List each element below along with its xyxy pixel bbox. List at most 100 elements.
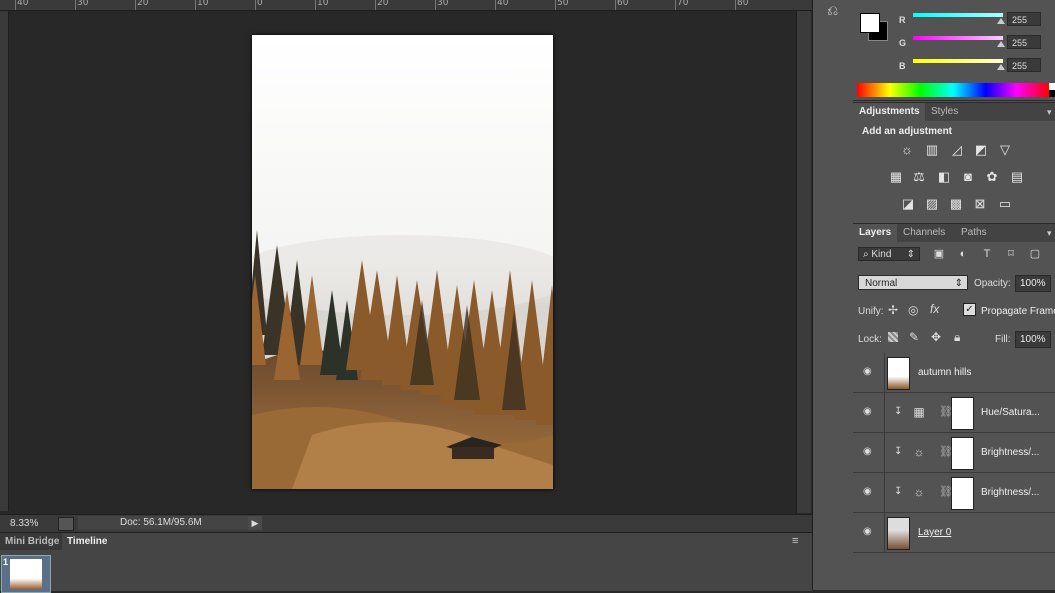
tab-layers[interactable]: Layers — [853, 224, 898, 242]
green-label: G — [899, 38, 907, 48]
red-slider-handle[interactable] — [997, 18, 1005, 24]
ruler-tick — [375, 0, 376, 10]
curves-icon[interactable]: ◿ — [949, 143, 965, 157]
channel-mixer-icon[interactable]: ✿ — [984, 170, 1000, 184]
document-info: Doc: 56.1M/95.6M — [78, 516, 248, 530]
gradient-map-icon[interactable]: ▭ — [997, 197, 1013, 211]
status-menu-arrow[interactable]: ▶ — [248, 516, 262, 530]
vertical-scrollbar[interactable] — [796, 11, 811, 513]
history-icon[interactable]: ⎌ — [827, 2, 847, 20]
threshold-icon[interactable]: ▩ — [948, 197, 964, 211]
panel-menu-icon[interactable]: ≡ — [792, 535, 798, 547]
brightness-contrast-icon: ☼ — [913, 485, 925, 499]
layer-mask-thumbnail[interactable] — [951, 397, 974, 430]
blue-value[interactable]: 255 — [1007, 58, 1041, 72]
lock-position-icon[interactable]: ✥ — [931, 330, 941, 344]
posterize-icon[interactable]: ▨ — [924, 197, 940, 211]
layer-row-brightness-2[interactable]: ◉ ↧ ☼ ⛓ Brightness/... — [853, 473, 1055, 513]
divider — [884, 473, 885, 512]
layer-name[interactable]: Hue/Satura... — [981, 407, 1040, 418]
eye-icon[interactable]: ◉ — [863, 447, 875, 457]
invert-icon[interactable]: ◪ — [900, 197, 916, 211]
levels-icon[interactable]: ▥ — [924, 143, 940, 157]
layer-name[interactable]: Brightness/... — [981, 487, 1039, 498]
color-spectrum[interactable] — [857, 83, 1049, 97]
adjustments-heading: Add an adjustment — [862, 126, 953, 137]
photo-filter-icon[interactable]: ◙ — [960, 170, 976, 184]
ruler-tick-label: 30 — [437, 0, 449, 8]
lock-transparent-icon[interactable] — [888, 332, 898, 342]
timeline-frame[interactable]: 1 — [1, 555, 51, 593]
red-slider[interactable] — [913, 13, 1003, 17]
layer-name[interactable]: Layer 0 — [918, 527, 951, 538]
opacity-field[interactable]: 100% — [1015, 275, 1051, 292]
color-lookup-icon[interactable]: ▤ — [1009, 170, 1025, 184]
shape-filter-icon[interactable]: ⌑ — [1004, 247, 1018, 261]
ruler-tick — [735, 0, 736, 10]
blend-mode-select[interactable]: Normal ⇕ — [858, 275, 968, 290]
eye-icon[interactable]: ◉ — [863, 487, 875, 497]
layer-row-hue-saturation[interactable]: ◉ ↧ ▦ ⛓ Hue/Satura... — [853, 393, 1055, 433]
eye-icon[interactable]: ◉ — [863, 367, 875, 377]
hue-saturation-icon[interactable]: ▦ — [888, 170, 904, 184]
exposure-icon[interactable]: ◩ — [973, 143, 989, 157]
status-info-icon[interactable] — [58, 517, 74, 531]
color-balance-icon[interactable]: ⚖ — [911, 170, 927, 184]
blue-slider[interactable] — [913, 59, 1003, 63]
unify-position-icon[interactable]: ✢ — [888, 303, 898, 317]
adjustment-filter-icon[interactable]: ◐ — [956, 247, 970, 261]
green-value[interactable]: 255 — [1007, 35, 1041, 49]
fill-field[interactable]: 100% — [1015, 331, 1051, 348]
ruler-tick-label: 10 — [197, 0, 209, 8]
layer-name[interactable]: autumn hills — [918, 367, 971, 378]
tab-channels[interactable]: Channels — [897, 224, 952, 242]
selective-color-icon[interactable]: ⊠ — [972, 197, 988, 211]
propagate-checkbox[interactable]: ✓ — [963, 303, 976, 316]
blue-label: B — [899, 61, 906, 71]
smart-object-filter-icon[interactable]: ▢ — [1028, 247, 1042, 261]
ruler-tick — [315, 0, 316, 10]
unify-visibility-icon[interactable]: ◎ — [908, 303, 918, 317]
eye-icon[interactable]: ◉ — [863, 407, 875, 417]
black-white-icon[interactable]: ◧ — [936, 170, 952, 184]
tab-timeline[interactable]: Timeline — [62, 533, 113, 550]
zoom-level[interactable]: 8.33% — [10, 518, 38, 529]
layer-row-autumn-hills[interactable]: ◉ autumn hills — [853, 353, 1055, 393]
unify-style-icon[interactable]: fx — [930, 302, 939, 316]
layer-row-layer-0[interactable]: ◉ Layer 0 — [853, 513, 1055, 553]
layer-name[interactable]: Brightness/... — [981, 447, 1039, 458]
document-canvas[interactable] — [252, 35, 553, 489]
blue-slider-handle[interactable] — [997, 64, 1005, 70]
vertical-ruler — [0, 11, 9, 511]
panel-menu-icon[interactable]: ▾ — [1047, 228, 1052, 239]
lock-all-icon[interactable]: 🔒︎ — [954, 330, 960, 345]
panel-menu-icon[interactable]: ▾ — [1047, 107, 1052, 118]
eye-icon[interactable]: ◉ — [863, 527, 875, 537]
pixel-filter-icon[interactable]: ▣ — [932, 247, 946, 261]
tab-mini-bridge[interactable]: Mini Bridge — [0, 533, 65, 550]
layer-mask-thumbnail[interactable] — [951, 437, 974, 470]
tab-paths[interactable]: Paths — [955, 224, 993, 242]
layer-mask-thumbnail[interactable] — [951, 477, 974, 510]
brightness-contrast-icon: ☼ — [913, 445, 925, 459]
autumn-hills-photo — [252, 35, 553, 489]
ruler-tick — [555, 0, 556, 10]
chevron-down-icon: ⇕ — [906, 249, 915, 260]
tab-adjustments[interactable]: Adjustments — [853, 103, 926, 121]
green-slider-handle[interactable] — [997, 41, 1005, 47]
red-value[interactable]: 255 — [1007, 12, 1041, 26]
layer-filter-label: Kind — [871, 249, 892, 260]
layer-filter-select[interactable]: ⌕ Kind ⇕ — [858, 247, 920, 261]
type-filter-icon[interactable]: T — [980, 247, 994, 261]
ruler-tick — [495, 0, 496, 10]
lock-pixels-icon[interactable]: ✎ — [909, 330, 919, 344]
black-white-ramp[interactable] — [1049, 83, 1055, 97]
green-slider[interactable] — [913, 36, 1003, 40]
ruler-tick-label: 60 — [617, 0, 629, 8]
red-label: R — [899, 15, 906, 25]
tab-styles[interactable]: Styles — [925, 103, 965, 121]
foreground-color-swatch[interactable] — [860, 13, 880, 33]
layer-row-brightness-1[interactable]: ◉ ↧ ☼ ⛓ Brightness/... — [853, 433, 1055, 473]
vibrance-icon[interactable]: ▽ — [997, 143, 1013, 157]
brightness-contrast-icon[interactable]: ☼ — [899, 143, 915, 157]
